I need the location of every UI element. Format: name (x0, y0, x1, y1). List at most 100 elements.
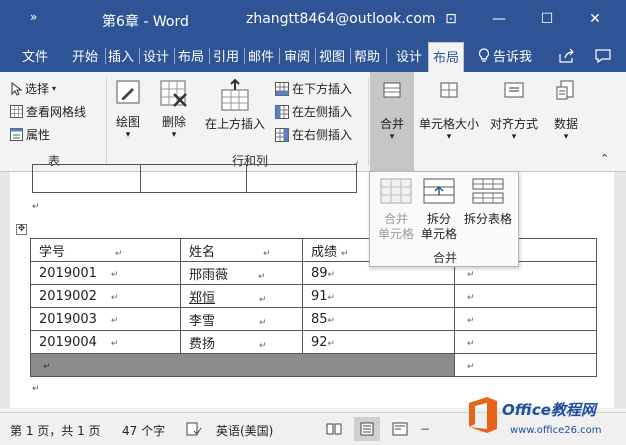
alignment-label: 对齐方式 (489, 117, 538, 131)
table-cell[interactable]: ↵ (454, 330, 597, 354)
cell-mark: ↵ (327, 338, 336, 349)
tab-table-layout[interactable]: 布局 (428, 42, 465, 72)
select-button[interactable]: 选择 ▾ (10, 80, 56, 97)
site-watermark: Office教程网 www.office26.com (466, 395, 626, 445)
draw-button[interactable]: 绘图 ▾ (110, 78, 146, 140)
cell-mark: ↵ (467, 292, 475, 303)
table-cell[interactable]: 91↵ (302, 284, 455, 308)
alignment-button[interactable]: 对齐方式 ▾ (486, 78, 542, 142)
close-button[interactable]: ✕ (580, 6, 610, 32)
insert-right-button[interactable]: 在右侧插入 (275, 126, 352, 143)
table-move-handle-icon[interactable]: ✥ (16, 224, 27, 235)
tab-review[interactable]: 审阅 (284, 46, 310, 65)
ribbon-display-options-button[interactable]: ⊡ (436, 6, 466, 32)
cell-mark: ↵ (259, 317, 267, 328)
cell-mark: ↵ (110, 269, 119, 280)
maximize-button[interactable]: ☐ (532, 6, 562, 32)
insert-above-button[interactable]: 在上方插入 (202, 78, 268, 132)
split-table-button[interactable]: 拆分表格 (460, 178, 516, 227)
cell-size-button[interactable]: 单元格大小 ▾ (414, 78, 484, 142)
word-count[interactable]: 47 个字 (122, 422, 165, 439)
tab-table-design[interactable]: 设计 (396, 46, 422, 65)
header-name-text: 姓名 (189, 244, 216, 260)
language-indicator[interactable]: 英语(美国) (216, 422, 273, 439)
alignment-icon (504, 82, 524, 98)
print-layout-icon[interactable] (354, 417, 380, 441)
view-gridlines-button[interactable]: 查看网格线 (10, 103, 86, 120)
account-name[interactable]: zhangtt8464@outlook.com (246, 11, 436, 27)
table-cell[interactable]: 85↵ (302, 307, 455, 331)
cell-text: 2019001 (39, 265, 97, 281)
tab-insert[interactable]: 插入 (108, 46, 134, 65)
cell-text: 费扬 (189, 336, 216, 352)
insert-left-button[interactable]: 在左侧插入 (275, 103, 352, 120)
merge-group-label: 合并 (432, 251, 457, 265)
read-mode-icon[interactable] (326, 422, 342, 439)
data-button[interactable]: 数据 ▾ (546, 78, 586, 142)
cell-mark: ↵ (259, 294, 267, 305)
tab-file[interactable]: 文件 (22, 46, 48, 65)
tab-layout[interactable]: 布局 (178, 46, 204, 65)
table-cell[interactable]: ↵ (454, 284, 597, 308)
table-cell[interactable]: 2019004 ↵ (30, 330, 181, 354)
tab-design[interactable]: 设计 (143, 46, 169, 65)
title-bar: » 第6章 - Word zhangtt8464@outlook.com ⊡ —… (0, 0, 626, 38)
table-cell[interactable]: 2019003 ↵ (30, 307, 181, 331)
merge-cells-icon (380, 178, 412, 204)
zoom-minus-icon[interactable]: − (420, 422, 430, 436)
selected-merged-cells[interactable]: ↵ (30, 353, 455, 377)
table-cell[interactable]: 李雪 ↵ (180, 307, 303, 331)
table-cell[interactable]: ↵ (454, 353, 597, 377)
paragraph-mark: ↵ (32, 384, 40, 394)
comment-icon[interactable] (594, 48, 612, 64)
tab-home[interactable]: 开始 (72, 46, 98, 65)
cell-mark: ↵ (467, 315, 475, 326)
insert-right-label: 在右侧插入 (292, 128, 353, 142)
proofing-icon[interactable] (186, 422, 202, 439)
table-cell[interactable]: 2019002 ↵ (30, 284, 181, 308)
split-table-label: 拆分表格 (463, 212, 512, 226)
table-cell[interactable]: 郑恒 ↵ (180, 284, 303, 308)
table-cell[interactable]: 2019001 ↵ (30, 261, 181, 285)
cell-text: 92 (311, 334, 328, 350)
merge-dropdown-menu: 合并 单元格 拆分 单元格 拆分表格 合并 (369, 171, 519, 267)
table-cell[interactable]: ↵ (454, 307, 597, 331)
tab-view[interactable]: 视图 (319, 46, 345, 65)
table-cell[interactable]: 92↵ (302, 330, 455, 354)
tell-me-search[interactable]: 告诉我 (478, 46, 532, 65)
collapse-ribbon-icon[interactable]: ⌃ (600, 152, 609, 165)
document-area: ↵ ✥ 学号 ↵ 姓名 ↵ 成绩 ↵ 2019001 ↵ 邢雨薇 ↵ 89↵ ↵ 2019… (0, 164, 626, 408)
table-cell[interactable]: 费扬 ↵ (180, 330, 303, 354)
cell-mark: ↵ (110, 338, 119, 349)
header-cell-id[interactable]: 学号 ↵ (30, 238, 181, 262)
insert-below-button[interactable]: 在下方插入 (275, 80, 352, 97)
web-layout-icon[interactable] (392, 422, 408, 439)
table-row: 2019004 ↵ 费扬 ↵ 92↵ ↵ (30, 330, 597, 354)
merge-cells-button[interactable]: 合并 单元格 (374, 178, 418, 242)
properties-icon (10, 128, 23, 141)
cell-mark: ↵ (263, 248, 271, 259)
merge-button[interactable]: 合并 ▾ (372, 78, 412, 142)
split-cells-button[interactable]: 拆分 单元格 (418, 178, 460, 242)
cell-text: 89 (311, 265, 328, 281)
properties-button[interactable]: 属性 (10, 126, 50, 143)
tab-help[interactable]: 帮助 (354, 46, 380, 65)
document-page[interactable]: ↵ ✥ 学号 ↵ 姓名 ↵ 成绩 ↵ 2019001 ↵ 邢雨薇 ↵ 89↵ ↵ 2019… (10, 164, 614, 408)
tab-references[interactable]: 引用 (213, 46, 239, 65)
quick-access-expand-button[interactable]: » (30, 10, 37, 24)
page-count[interactable]: 第 1 页，共 1 页 (10, 422, 101, 439)
ribbon-layout-panel: 选择 ▾ 查看网格线 属性 表 绘图 ▾ 删除 ▾ 在上方插入 在下方插入 在左侧… (0, 72, 626, 172)
delete-button[interactable]: 删除 ▾ (154, 78, 194, 140)
minimize-button[interactable]: — (484, 6, 514, 32)
merge-cells-label-1: 合并 (383, 212, 408, 226)
share-icon[interactable] (558, 48, 576, 64)
lightbulb-icon (478, 48, 490, 62)
tab-mailings[interactable]: 邮件 (248, 46, 274, 65)
tell-me-label: 告诉我 (493, 50, 533, 65)
cell-text: 李雪 (189, 313, 216, 329)
delete-table-icon (160, 80, 187, 107)
table-row: 2019002 ↵ 郑恒 ↵ 91↵ ↵ (30, 284, 597, 308)
table-cell[interactable]: 邢雨薇 ↵ (180, 261, 303, 285)
gridlines-icon (10, 105, 23, 118)
header-cell-name[interactable]: 姓名 ↵ (180, 238, 303, 262)
